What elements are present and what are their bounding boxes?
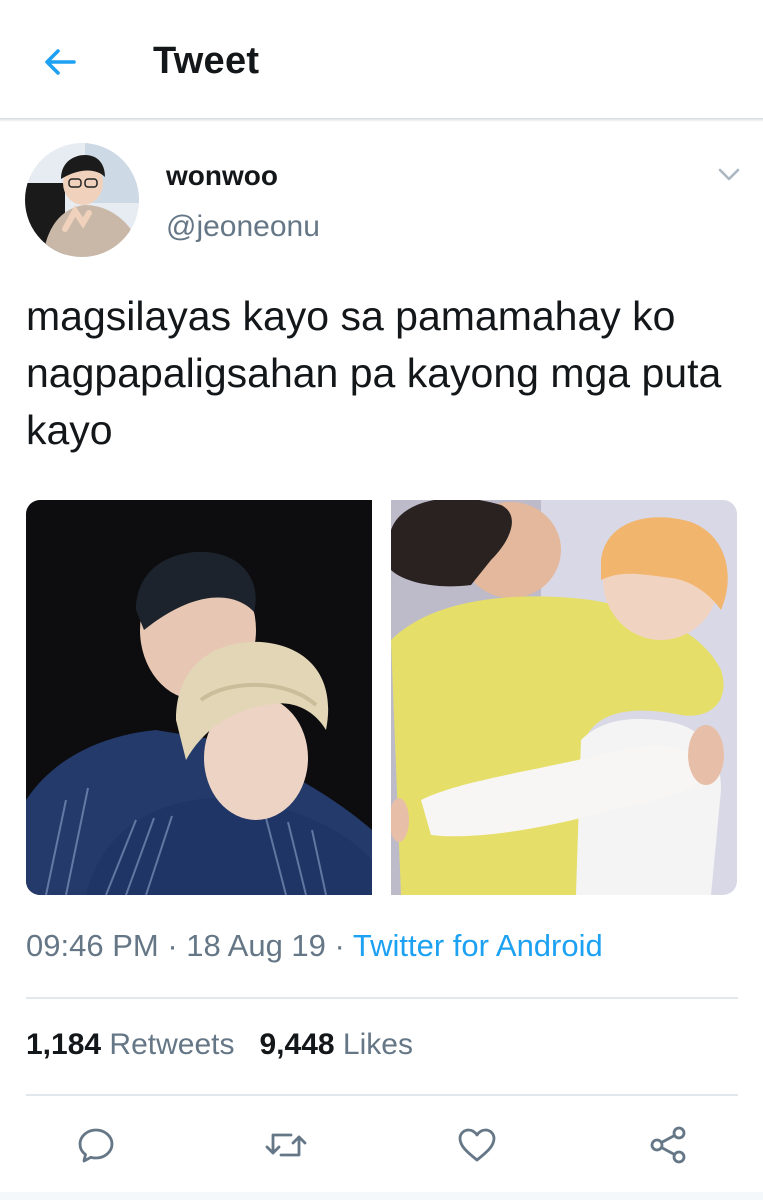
tweet-timestamp-line: 09:46 PM · 18 Aug 19 · Twitter for Andro… (26, 928, 603, 964)
author-name[interactable]: wonwoo (166, 160, 278, 192)
tweet-stats: 1,184 Retweets 9,448 Likes (26, 1028, 413, 1062)
media-image-left[interactable] (26, 500, 372, 895)
retweet-icon (265, 1133, 307, 1157)
arrow-left-icon (45, 49, 76, 75)
reply-icon (78, 1128, 114, 1163)
page-title: Tweet (153, 40, 260, 82)
bottom-bar (0, 1192, 763, 1200)
tweet-source-link[interactable]: Twitter for Android (353, 928, 603, 963)
tweet-date: 18 Aug 19 (186, 928, 326, 963)
retweets-count: 1,184 (26, 1028, 102, 1061)
meta-separator: · (158, 928, 187, 963)
tweet-media (26, 500, 737, 895)
meta-separator: · (325, 928, 353, 963)
chevron-down-icon (718, 168, 740, 181)
retweets-stat[interactable]: 1,184 Retweets (26, 1028, 234, 1061)
avatar[interactable] (25, 143, 139, 257)
likes-stat[interactable]: 9,448 Likes (260, 1028, 413, 1061)
like-button[interactable] (453, 1121, 501, 1169)
header-divider (0, 118, 763, 122)
retweet-button[interactable] (262, 1121, 310, 1169)
more-options-button[interactable] (714, 160, 744, 190)
top-bar: Tweet (0, 0, 763, 120)
retweets-label: Retweets (109, 1028, 235, 1061)
author-handle[interactable]: @jeoneonu (166, 210, 320, 244)
divider (26, 997, 738, 999)
share-icon (650, 1126, 686, 1164)
share-button[interactable] (644, 1121, 692, 1169)
tweet-time: 09:46 PM (26, 928, 159, 963)
heart-icon (458, 1128, 496, 1162)
media-image-right[interactable] (391, 500, 737, 895)
avatar-image (25, 143, 139, 257)
likes-label: Likes (342, 1028, 413, 1061)
reply-button[interactable] (72, 1121, 120, 1169)
likes-count: 9,448 (259, 1028, 335, 1061)
divider (26, 1094, 738, 1096)
back-button[interactable] (38, 40, 82, 84)
tweet-text: magsilayas kayo sa pamamahay ko nagpapal… (26, 293, 722, 453)
